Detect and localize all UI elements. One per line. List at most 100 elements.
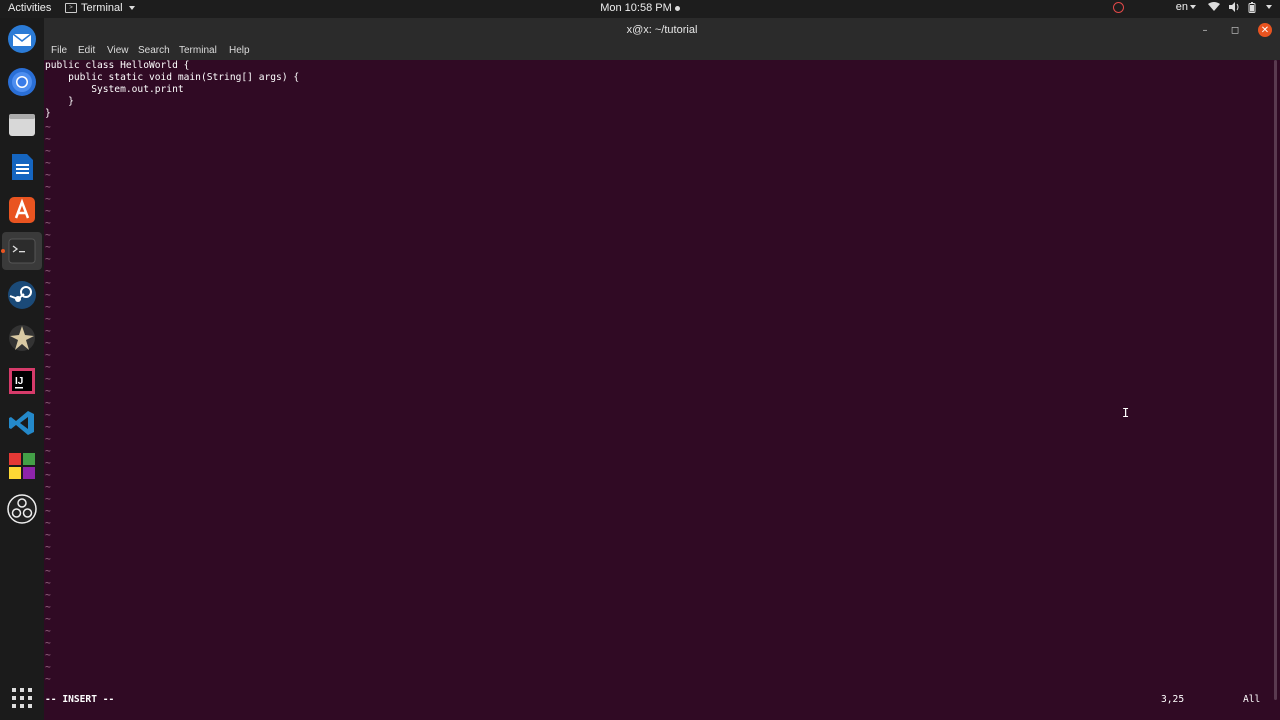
- tilde-marker: ~: [45, 518, 51, 529]
- tilde-marker: ~: [45, 506, 51, 517]
- vscode-icon: [9, 411, 34, 435]
- privacy-indicator-icon[interactable]: [1112, 1, 1124, 13]
- tilde-marker: ~: [45, 650, 51, 661]
- dock-terminal[interactable]: [6, 235, 38, 267]
- menu-help[interactable]: Help: [229, 45, 250, 56]
- tilde-marker: ~: [45, 614, 51, 625]
- dock-files[interactable]: [6, 108, 38, 140]
- dock-writer[interactable]: [6, 151, 38, 183]
- tilde-marker: ~: [45, 566, 51, 577]
- tilde-marker: ~: [45, 314, 51, 325]
- system-menu[interactable]: [1208, 1, 1272, 13]
- show-applications-button[interactable]: [6, 682, 38, 714]
- terminal-content[interactable]: public class HelloWorld { public static …: [44, 60, 1272, 720]
- svg-text:IJ: IJ: [15, 376, 23, 387]
- wifi-icon: [1208, 2, 1220, 11]
- puzzle-icon: [9, 453, 35, 479]
- tilde-marker: ~: [45, 182, 51, 193]
- tilde-marker: ~: [45, 302, 51, 313]
- title-bar[interactable]: x@x: ~/tutorial – ◻ ✕: [44, 18, 1280, 43]
- tilde-marker: ~: [45, 674, 51, 685]
- tilde-marker: ~: [45, 194, 51, 205]
- dock-vscode[interactable]: [6, 407, 38, 439]
- dock-obs[interactable]: [6, 493, 38, 525]
- tilde-marker: ~: [45, 446, 51, 457]
- code-line: public class HelloWorld {: [45, 60, 190, 71]
- chrome-icon: [8, 68, 36, 96]
- text-cursor-icon: I: [1122, 406, 1130, 420]
- battery-icon: [1248, 1, 1256, 13]
- tilde-marker: ~: [45, 230, 51, 241]
- tilde-marker: ~: [45, 350, 51, 361]
- writer-icon: [12, 154, 33, 180]
- terminal-icon: [8, 238, 36, 264]
- inkscape-icon: [9, 325, 35, 351]
- intellij-icon: IJ: [9, 368, 35, 394]
- close-icon: ✕: [1260, 24, 1270, 36]
- running-indicator: [1, 249, 5, 253]
- maximize-button[interactable]: ◻: [1228, 23, 1242, 37]
- app-menu[interactable]: > Terminal: [65, 2, 135, 14]
- menu-bar: File Edit View Search Terminal Help: [44, 43, 1280, 60]
- cursor-position: 3,25: [1161, 694, 1185, 705]
- chevron-down-icon: [1190, 5, 1196, 10]
- close-button[interactable]: ✕: [1258, 23, 1272, 37]
- code-line: }: [45, 108, 51, 119]
- scrollbar[interactable]: [1274, 60, 1277, 700]
- scroll-position: All: [1243, 694, 1261, 705]
- vim-mode-indicator: -- INSERT --: [45, 694, 115, 705]
- menu-terminal[interactable]: Terminal: [179, 45, 217, 56]
- tilde-marker: ~: [45, 422, 51, 433]
- tilde-marker: ~: [45, 338, 51, 349]
- language-selector[interactable]: en: [1176, 1, 1196, 13]
- menu-edit[interactable]: Edit: [78, 45, 95, 56]
- show-applications-icon: [12, 688, 32, 708]
- tilde-marker: ~: [45, 134, 51, 145]
- chevron-down-icon: [1266, 5, 1272, 9]
- obs-icon: [7, 494, 37, 524]
- tilde-marker: ~: [45, 482, 51, 493]
- tilde-marker: ~: [45, 290, 51, 301]
- activities-button[interactable]: Activities: [8, 2, 51, 14]
- clock[interactable]: Mon 10:58 PM: [600, 2, 680, 14]
- tilde-marker: ~: [45, 602, 51, 613]
- tilde-marker: ~: [45, 398, 51, 409]
- terminal-window: x@x: ~/tutorial – ◻ ✕ File Edit View Sea…: [44, 18, 1280, 720]
- tilde-marker: ~: [45, 254, 51, 265]
- tilde-marker: ~: [45, 170, 51, 181]
- tilde-marker: ~: [45, 218, 51, 229]
- minimize-button[interactable]: –: [1198, 23, 1212, 37]
- dock-software[interactable]: [6, 194, 38, 226]
- tilde-marker: ~: [45, 122, 51, 133]
- notification-dot-icon: [674, 5, 680, 11]
- top-bar: Activities > Terminal Mon 10:58 PM en: [0, 0, 1280, 18]
- tilde-marker: ~: [45, 242, 51, 253]
- window-title: x@x: ~/tutorial: [626, 24, 698, 36]
- tilde-marker: ~: [45, 278, 51, 289]
- tilde-marker: ~: [45, 410, 51, 421]
- tilde-marker: ~: [45, 374, 51, 385]
- menu-file[interactable]: File: [51, 45, 67, 56]
- menu-view[interactable]: View: [107, 45, 129, 56]
- tilde-marker: ~: [45, 146, 51, 157]
- tilde-marker: ~: [45, 458, 51, 469]
- dock-thunderbird[interactable]: [6, 23, 38, 55]
- dock-puzzle[interactable]: [6, 450, 38, 482]
- dock-steam[interactable]: [6, 279, 38, 311]
- tilde-marker: ~: [45, 326, 51, 337]
- dock-chrome[interactable]: [6, 66, 38, 98]
- tilde-marker: ~: [45, 662, 51, 673]
- software-icon: [9, 197, 35, 223]
- steam-icon: [8, 281, 36, 309]
- dock-inkscape[interactable]: [6, 322, 38, 354]
- restore-icon: ◻: [1230, 24, 1240, 36]
- tilde-marker: ~: [45, 470, 51, 481]
- tilde-marker: ~: [45, 638, 51, 649]
- code-line: public static void main(String[] args) {: [45, 72, 300, 83]
- dock-intellij[interactable]: IJ: [6, 365, 38, 397]
- tilde-marker: ~: [45, 434, 51, 445]
- menu-search[interactable]: Search: [138, 45, 170, 56]
- tilde-marker: ~: [45, 542, 51, 553]
- files-icon: [9, 114, 35, 136]
- tilde-marker: ~: [45, 554, 51, 565]
